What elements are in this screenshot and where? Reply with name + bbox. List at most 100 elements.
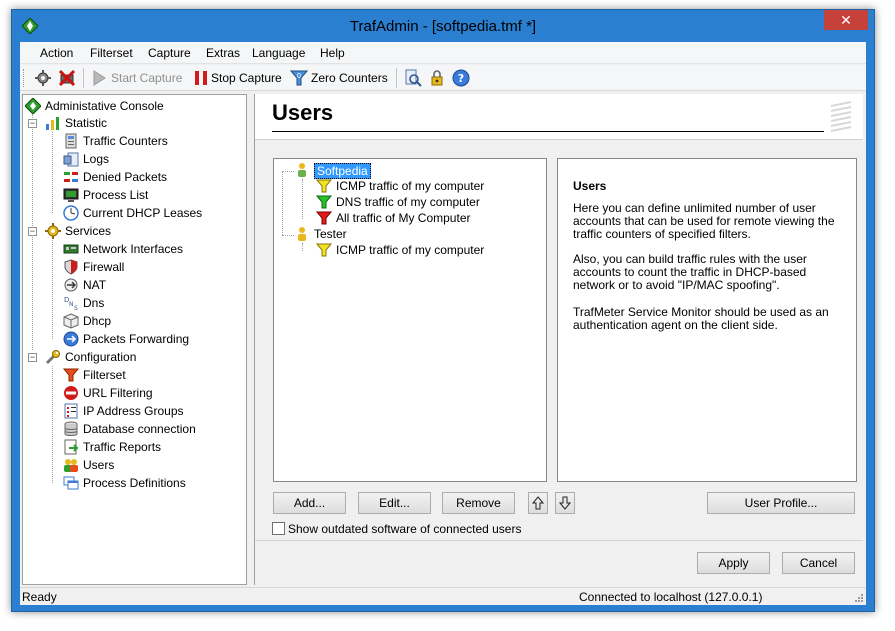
tree-label: Logs — [83, 152, 110, 166]
filter-icon — [316, 179, 332, 193]
resize-grip-icon[interactable] — [852, 591, 864, 603]
cube-icon — [63, 313, 79, 329]
pane-splitter[interactable] — [249, 94, 252, 585]
tree-label: Process Definitions — [83, 476, 186, 490]
svg-text:S: S — [74, 305, 78, 311]
denied-icon — [64, 172, 78, 182]
cancel-button[interactable]: Cancel — [782, 552, 855, 574]
tree-label: Administative Console — [45, 99, 164, 113]
process-icon — [63, 188, 79, 202]
disconnect-icon[interactable] — [58, 69, 76, 87]
nat-icon — [64, 278, 78, 292]
filter-label: DNS traffic of my computer — [336, 195, 480, 209]
checklist-icon — [64, 403, 78, 419]
user-label: Tester — [314, 227, 347, 241]
collapse-toggle[interactable]: − — [28, 227, 37, 236]
window-title: TrafAdmin - [softpedia.tmf *] — [349, 18, 537, 35]
log-icon — [63, 152, 79, 167]
tree-connector — [52, 132, 53, 213]
counter-icon — [65, 133, 77, 149]
status-text: Ready — [22, 590, 57, 604]
tree-label: Firewall — [83, 260, 125, 274]
tree-label: Denied Packets — [83, 170, 168, 184]
users-tree[interactable]: Softpedia ICMP traffic of my computer DN… — [273, 158, 547, 482]
tree-label: Traffic Reports — [83, 440, 162, 454]
tree-connector — [302, 243, 303, 251]
navigation-tree[interactable]: Administative Console − Statistic Traffi… — [22, 94, 247, 585]
help-icon[interactable]: ? — [452, 69, 470, 87]
stop-icon — [195, 71, 207, 85]
users-icon — [64, 459, 78, 472]
tree-label: Network Interfaces — [83, 242, 184, 256]
console-icon — [25, 98, 41, 114]
menu-extras[interactable]: Extras — [206, 46, 240, 60]
tree-label: Current DHCP Leases — [83, 206, 203, 220]
apply-button[interactable]: Apply — [697, 552, 770, 574]
menu-filterset[interactable]: Filterset — [90, 46, 133, 60]
filter-label: ICMP traffic of my computer — [336, 179, 485, 193]
wrench-icon — [45, 350, 60, 365]
settings-icon[interactable] — [34, 69, 52, 87]
show-outdated-label: Show outdated software of connected user… — [288, 522, 522, 536]
title-bar[interactable]: TrafAdmin - [softpedia.tmf *] ✕ — [12, 10, 874, 42]
edit-button[interactable]: Edit... — [358, 492, 431, 514]
tree-connector — [52, 240, 53, 339]
stop-capture-button[interactable]: Stop Capture — [211, 71, 282, 85]
tree-label: IP Address Groups — [83, 404, 184, 418]
start-capture-button[interactable]: Start Capture — [111, 71, 182, 85]
lock-icon[interactable] — [428, 69, 446, 87]
collapse-toggle[interactable]: − — [28, 353, 37, 362]
tree-label: Process List — [83, 188, 149, 202]
tree-label: NAT — [83, 278, 107, 292]
user-label: Softpedia — [314, 163, 371, 179]
tree-connector — [282, 171, 283, 235]
tree-label: Packets Forwarding — [83, 332, 190, 346]
show-outdated-checkbox[interactable] — [272, 522, 285, 535]
filter-icon — [316, 195, 332, 209]
tree-label: Traffic Counters — [83, 134, 168, 148]
arrow-up-icon — [532, 496, 544, 510]
add-button[interactable]: Add... — [273, 492, 346, 514]
divider — [255, 540, 863, 541]
toolbar-grip[interactable] — [23, 69, 26, 87]
user-profile-button[interactable]: User Profile... — [707, 492, 855, 514]
app-window: TrafAdmin - [softpedia.tmf *] ✕ Action F… — [11, 9, 875, 612]
filter-icon — [316, 211, 332, 225]
play-icon — [93, 70, 106, 86]
info-paragraph: Also, you can build traffic rules with t… — [573, 252, 807, 292]
toolbar: Start Capture Stop Capture 0 Zero Counte… — [20, 65, 866, 91]
tree-label: Filterset — [83, 368, 126, 382]
toolbar-separator — [396, 68, 397, 88]
globe-icon — [63, 331, 79, 347]
connection-status: Connected to localhost (127.0.0.1) — [579, 590, 763, 604]
move-down-button[interactable] — [555, 492, 575, 514]
toolbar-separator — [83, 68, 84, 88]
clock-icon — [63, 205, 79, 221]
arrow-down-icon — [559, 496, 571, 510]
svg-text:0: 0 — [297, 72, 301, 80]
info-paragraph: TrafMeter Service Monitor should be used… — [573, 305, 829, 332]
collapse-toggle[interactable]: − — [28, 119, 37, 128]
tree-label: Dns — [83, 296, 105, 310]
search-icon[interactable] — [404, 69, 422, 87]
zero-counters-button[interactable]: Zero Counters — [311, 71, 388, 85]
svg-text:?: ? — [458, 72, 464, 85]
tree-label: URL Filtering — [83, 386, 153, 400]
menu-language[interactable]: Language — [252, 46, 305, 60]
tree-connector — [282, 235, 294, 236]
tree-label: Statistic — [65, 116, 108, 130]
tree-label: Users — [83, 458, 115, 472]
tree-label: Dhcp — [83, 314, 112, 328]
remove-button[interactable]: Remove — [442, 492, 515, 514]
menu-action[interactable]: Action — [40, 46, 73, 60]
network-card-icon — [63, 244, 79, 254]
filter-label: All traffic of My Computer — [336, 211, 471, 225]
page-header: Users — [255, 94, 863, 140]
menu-help[interactable]: Help — [320, 46, 345, 60]
tree-label: Configuration — [65, 350, 137, 364]
move-up-button[interactable] — [528, 492, 548, 514]
svg-text:N: N — [69, 301, 74, 308]
close-button[interactable]: ✕ — [824, 10, 868, 30]
menu-capture[interactable]: Capture — [148, 46, 191, 60]
gear-icon — [45, 223, 61, 239]
